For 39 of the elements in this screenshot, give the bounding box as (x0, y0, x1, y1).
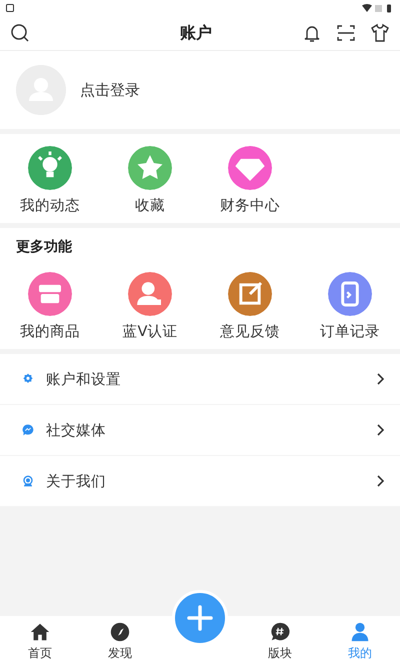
shortcut-icon[interactable] (128, 146, 172, 190)
feature-label[interactable]: 意见反馈 (220, 322, 280, 341)
menu-row[interactable]: 关于我们 (0, 456, 400, 507)
feature-icon[interactable] (28, 272, 72, 316)
feature-icon[interactable] (128, 272, 172, 316)
menu-row[interactable]: 账户和设置 (0, 354, 400, 405)
nav-tab[interactable]: 发现 (80, 616, 160, 666)
feature-label[interactable]: 订单记录 (320, 322, 380, 341)
chevron-icon (376, 372, 386, 386)
menu-row[interactable]: 社交媒体 (0, 405, 400, 456)
shortcut-label[interactable]: 我的动态 (20, 196, 80, 215)
search-icon[interactable] (10, 23, 30, 43)
person-icon (349, 620, 371, 642)
shortcut-icon[interactable] (28, 146, 72, 190)
hash-icon (269, 620, 291, 642)
menu-label: 社交媒体 (46, 422, 107, 440)
nav-tab[interactable]: 版块 (240, 616, 320, 666)
menu-label: 账户和设置 (46, 370, 122, 388)
feature-icon[interactable] (228, 272, 272, 316)
feature-icon[interactable] (328, 272, 372, 316)
login-link[interactable]: 点击登录 (80, 80, 140, 100)
status-icons (362, 4, 394, 12)
plus-icon (187, 605, 213, 631)
menu-icon (20, 422, 36, 438)
compass-icon (109, 620, 131, 642)
notification-icon (6, 4, 14, 12)
nav-tab[interactable]: 首页 (0, 616, 80, 666)
shortcut-icon[interactable] (228, 146, 272, 190)
chevron-icon (376, 474, 386, 488)
feature-label[interactable]: 蓝V认证 (122, 322, 178, 341)
chevron-icon (376, 423, 386, 437)
scan-icon[interactable] (336, 23, 356, 43)
section-title: 更多功能 (15, 238, 73, 256)
feature-label[interactable]: 我的商品 (20, 322, 80, 341)
menu-label: 关于我们 (46, 472, 107, 490)
page-title: 账户 (179, 22, 213, 44)
shortcut-label[interactable]: 收藏 (135, 196, 165, 215)
shortcut-label[interactable]: 财务中心 (220, 196, 280, 215)
shirt-icon[interactable] (370, 23, 390, 43)
